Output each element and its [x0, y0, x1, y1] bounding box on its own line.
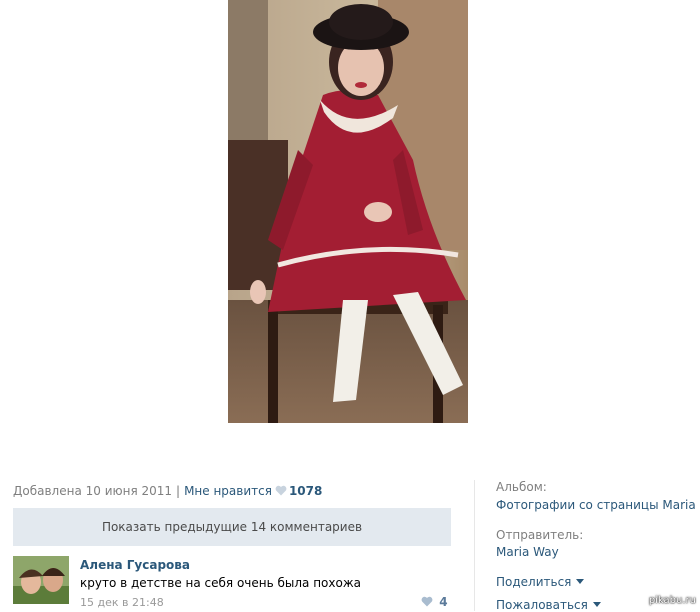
added-date: Добавлена 10 июня 2011	[13, 484, 173, 498]
show-previous-comments-button[interactable]: Показать предыдущие 14 комментариев	[13, 508, 451, 546]
comment-like-count: 4	[439, 595, 448, 609]
heart-icon	[421, 596, 433, 607]
sender-link[interactable]: Maria Way	[496, 545, 559, 559]
like-label: Мне нравится	[184, 484, 272, 498]
chevron-down-icon	[592, 602, 601, 607]
comment-author[interactable]: Алена Гусарова	[80, 558, 190, 572]
chevron-down-icon	[576, 579, 585, 584]
column-divider	[474, 480, 475, 611]
main-photo[interactable]	[228, 0, 468, 423]
sender-label: Отправитель:	[496, 528, 584, 542]
comment-text: круто в детстве на себя очень была похож…	[80, 576, 362, 590]
album-label: Альбом:	[496, 480, 547, 494]
like-count: 1078	[288, 484, 323, 498]
avatar[interactable]	[13, 556, 69, 604]
report-label: Пожаловаться	[496, 598, 588, 612]
report-button[interactable]: Пожаловаться	[496, 598, 601, 612]
comment-time[interactable]: 15 дек в 21:48	[80, 596, 164, 609]
photo-meta: Добавлена 10 июня 2011 | Мне нравится 1078	[13, 484, 322, 498]
share-label: Поделиться	[496, 575, 572, 589]
comment-item: Алена Гусарова круто в детстве на себя о…	[13, 556, 453, 611]
like-button[interactable]: Мне нравится 1078	[184, 484, 322, 498]
share-button[interactable]: Поделиться	[496, 575, 585, 589]
album-link[interactable]: Фотографии со страницы Maria	[496, 498, 696, 512]
watermark: pikabu.ru	[648, 595, 696, 606]
meta-separator: |	[176, 484, 181, 498]
photo-image	[228, 0, 468, 423]
avatar-image	[13, 556, 69, 604]
heart-icon	[275, 485, 287, 496]
comment-like-button[interactable]: 4	[418, 595, 448, 609]
